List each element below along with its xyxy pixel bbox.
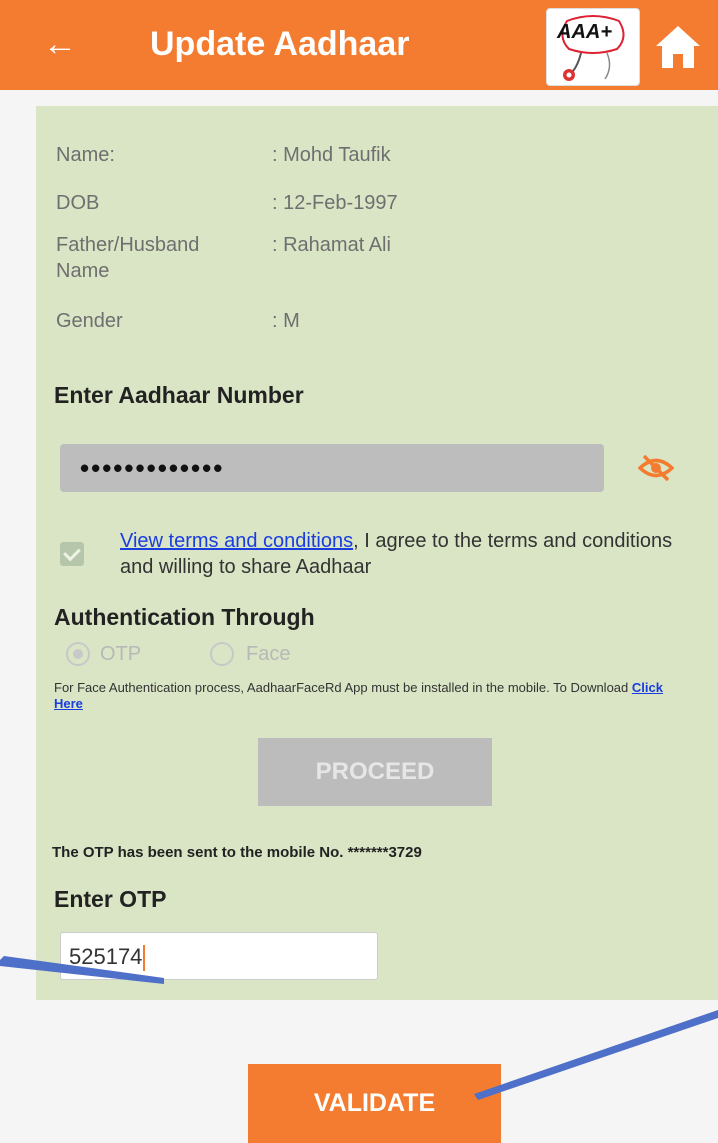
annotation-arrows — [0, 956, 718, 1100]
annotation-arrow-otp — [0, 956, 164, 984]
annotation-arrow-validate — [474, 1010, 718, 1100]
